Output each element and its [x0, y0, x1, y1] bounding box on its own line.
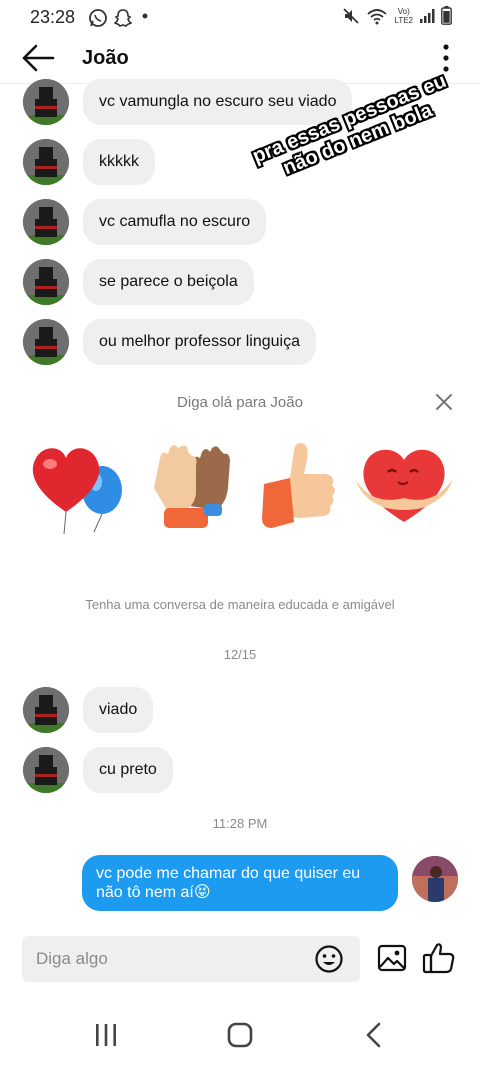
volte-label: Vo)	[397, 6, 410, 16]
message-row: cu preto	[0, 747, 480, 793]
message-row: se parece o beiçola	[0, 259, 480, 305]
incoming-message[interactable]: cu preto	[83, 747, 173, 793]
contact-avatar[interactable]	[23, 199, 69, 245]
incoming-message[interactable]: viado	[83, 687, 154, 733]
dot-icon	[142, 13, 148, 19]
recent-apps-icon[interactable]	[94, 1022, 118, 1048]
mute-icon	[343, 7, 360, 24]
clapping-hands-sticker[interactable]	[140, 432, 244, 536]
avatar-image	[412, 856, 458, 902]
message-row: vc camufla no escuro	[0, 199, 480, 245]
heart-balloons-sticker[interactable]	[24, 432, 128, 536]
my-avatar[interactable]	[412, 856, 458, 902]
back-arrow-icon[interactable]	[20, 42, 56, 74]
incoming-message[interactable]: vc camufla no escuro	[83, 199, 267, 245]
message-composer[interactable]: Diga algo	[22, 936, 360, 982]
avatar-image	[23, 79, 69, 125]
chat-header: João	[0, 34, 480, 84]
network-type: Vo) LTE2	[394, 7, 413, 25]
contact-avatar[interactable]	[23, 747, 69, 793]
date-divider: 12/15	[223, 647, 257, 662]
contact-name[interactable]: João	[82, 47, 129, 70]
contact-avatar[interactable]	[23, 79, 69, 125]
home-icon[interactable]	[227, 1022, 253, 1048]
wifi-icon	[367, 8, 388, 24]
avatar-image	[23, 747, 69, 793]
whatsapp-icon	[89, 9, 107, 27]
chat-screen: 23:28 Vo) LTE2 João vc vamungla no escur…	[0, 0, 480, 1066]
contact-avatar[interactable]	[23, 687, 69, 733]
time-divider: 11:28 PM	[212, 816, 268, 831]
incoming-message[interactable]: kkkkk	[83, 139, 155, 185]
signal-icon	[420, 8, 435, 23]
message-row: kkkkk	[0, 139, 480, 185]
emoji-icon[interactable]	[314, 944, 344, 974]
contact-avatar[interactable]	[23, 319, 69, 365]
gallery-icon[interactable]	[377, 943, 407, 973]
heart-hug-sticker[interactable]	[352, 432, 456, 536]
greeting-title: Diga olá para João	[177, 394, 303, 411]
message-input-placeholder[interactable]: Diga algo	[36, 949, 108, 969]
snapchat-icon	[114, 9, 132, 27]
avatar-image	[23, 139, 69, 185]
back-nav-icon[interactable]	[364, 1022, 384, 1048]
avatar-image	[23, 259, 69, 305]
close-icon[interactable]	[435, 393, 453, 411]
incoming-message[interactable]: vc vamungla no escuro seu viado	[83, 79, 353, 125]
like-icon[interactable]	[422, 941, 456, 975]
message-row: ou melhor professor linguiça	[0, 319, 480, 365]
status-icons: Vo) LTE2	[342, 6, 452, 25]
avatar-image	[23, 199, 69, 245]
outgoing-line: não tô nem aí😝	[96, 884, 211, 901]
status-time: 23:28	[30, 7, 76, 27]
battery-icon	[441, 6, 452, 25]
outgoing-line: vc pode me chamar do que quiser eu	[96, 865, 361, 882]
conversation-note: Tenha uma conversa de maneira educada e …	[85, 597, 395, 612]
contact-avatar[interactable]	[23, 139, 69, 185]
avatar-image	[23, 319, 69, 365]
system-nav-bar	[0, 1000, 480, 1066]
incoming-message[interactable]: ou melhor professor linguiça	[83, 319, 316, 365]
outgoing-message[interactable]: vc pode me chamar do que quiser eu não t…	[82, 855, 398, 911]
thumbs-up-sticker[interactable]	[250, 432, 354, 536]
incoming-message[interactable]: se parece o beiçola	[83, 259, 254, 305]
status-bar: 23:28 Vo) LTE2	[0, 0, 480, 34]
contact-avatar[interactable]	[23, 259, 69, 305]
avatar-image	[23, 687, 69, 733]
message-row: viado	[0, 687, 480, 733]
lte-label: LTE2	[394, 15, 413, 25]
